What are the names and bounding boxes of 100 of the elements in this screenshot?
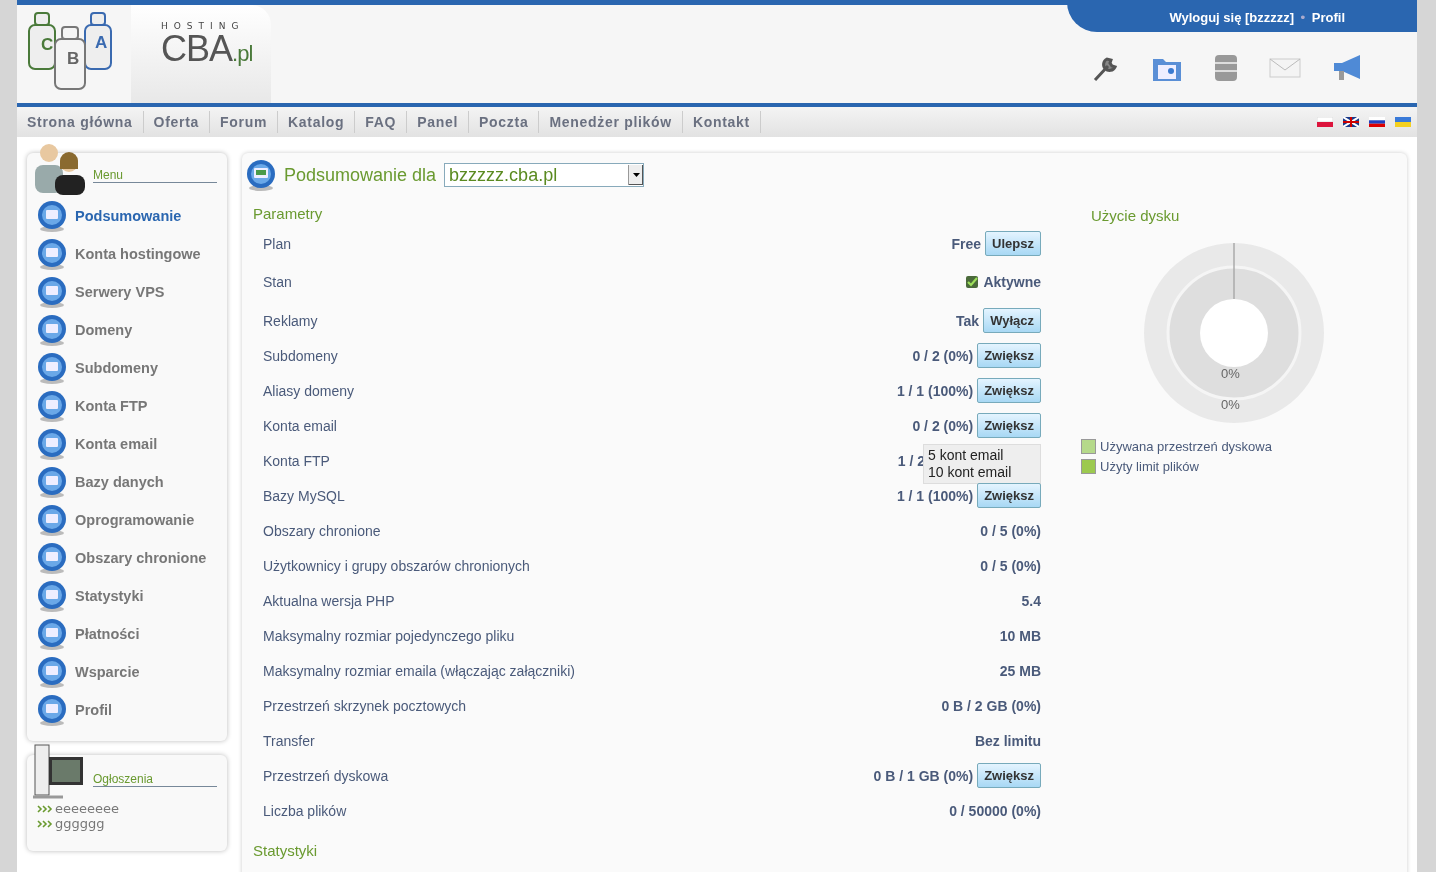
parameter-label: Przestrzeń dyskowa <box>263 767 389 784</box>
parameter-label: Konta FTP <box>263 452 330 469</box>
flag-icon[interactable] <box>1369 117 1385 127</box>
popup-option[interactable]: 10 kont email <box>928 464 1040 481</box>
menu-item[interactable]: Konta email <box>37 425 227 463</box>
menu-item-icon <box>37 390 67 422</box>
menu-item-icon <box>37 542 67 574</box>
parameter-label: Aktualna wersja PHP <box>263 592 395 609</box>
profile-link[interactable]: Profil <box>1311 9 1345 25</box>
section-heading: Statystyki <box>253 842 319 859</box>
menu-item[interactable]: Domeny <box>37 311 227 349</box>
menu-item-icon <box>37 504 67 536</box>
domain-select[interactable]: bzzzzz.cba.pl <box>444 163 645 187</box>
parameter-value: 25 MB <box>999 662 1041 679</box>
outer-ring-label: 0% <box>1221 397 1240 412</box>
parameter-label: Maksymalny rozmiar emaila (włączając załączniki) <box>263 662 575 679</box>
logo-letter: B <box>67 49 80 69</box>
menu-item-icon <box>37 466 67 498</box>
parameter-value: 0 / 5 (0%) <box>980 557 1041 574</box>
nav-link[interactable]: Katalog <box>278 111 356 133</box>
menu-item-icon <box>37 276 67 308</box>
parameter-value: 0 B / 1 GB (0%) <box>873 767 974 784</box>
menu-item-icon <box>37 618 67 650</box>
parameter-value: 0 / 2 (0%) <box>912 417 974 434</box>
menu-item-icon <box>37 656 67 688</box>
menu-title: Menu <box>93 168 217 183</box>
parameter-value: 0 / 5 (0%) <box>980 522 1041 539</box>
menu-item[interactable]: Subdomeny <box>37 349 227 387</box>
disk-usage-title: Użycie dysku <box>1091 207 1181 224</box>
nav-link[interactable]: Panel <box>407 111 470 133</box>
announcement-link[interactable]: eeeeeeee <box>55 801 119 816</box>
menu-item[interactable]: Obszary chronione <box>37 539 227 577</box>
parameter-label: Subdomeny <box>263 347 338 364</box>
menu-item[interactable]: Oprogramowanie <box>37 501 227 539</box>
menu-item[interactable]: Podsumowanie <box>37 197 227 235</box>
menu-item[interactable]: Serwery VPS <box>37 273 227 311</box>
logout-link[interactable]: Wyloguj się [bzzzzz] <box>1169 9 1295 25</box>
parameter-label: Aliasy domeny <box>263 382 355 399</box>
action-button[interactable]: Ulepsz <box>985 231 1041 256</box>
nav-link[interactable]: Poczta <box>469 111 540 133</box>
menu-item-icon <box>37 200 67 232</box>
parameter-value: Bez limitu <box>974 732 1041 749</box>
parameter-label: Transfer <box>263 732 315 749</box>
action-button[interactable]: Zwiększ <box>977 378 1041 403</box>
parameter-label: Liczba plików <box>263 802 347 819</box>
legend-label: Używana przestrzeń dyskowa <box>1100 438 1272 454</box>
action-button[interactable]: Zwiększ <box>977 413 1041 438</box>
page-title: Podsumowanie dla <box>284 164 437 186</box>
parameter-label: Konta email <box>263 417 337 434</box>
logo-title: CBA.pl <box>161 31 254 67</box>
menu-item[interactable]: Płatności <box>37 615 227 653</box>
inner-ring-label: 0% <box>1221 366 1240 381</box>
legend-label: Użyty limit plików <box>1100 458 1199 474</box>
parameter-label: Stan <box>263 274 292 290</box>
parameter-label: Plan <box>263 235 292 252</box>
section-heading: Parametry <box>253 205 324 222</box>
action-button[interactable]: Zwiększ <box>977 343 1041 368</box>
menu-item[interactable]: Wsparcie <box>37 653 227 691</box>
parameter-label: Maksymalny rozmiar pojedynczego pliku <box>263 627 515 644</box>
logo-letter: C <box>41 35 54 55</box>
nav-link[interactable]: Forum <box>210 111 279 133</box>
menu-item-icon <box>37 428 67 460</box>
parameter-label: Użytkownicy i grupy obszarów chronionych <box>263 557 530 574</box>
parameter-value: 0 / 2 (0%) <box>912 347 974 364</box>
menu-item[interactable]: Konta hostingowe <box>37 235 227 273</box>
parameter-value: 5.4 <box>1021 592 1041 609</box>
action-button[interactable]: Zwiększ <box>977 763 1041 788</box>
monitor-icon <box>246 159 276 191</box>
announcements-title: Ogłoszenia <box>93 772 217 787</box>
parameter-value: 1 / 1 (100%) <box>896 487 974 504</box>
parameter-value: 0 / 50000 (0%) <box>949 802 1041 819</box>
nav-link[interactable]: FAQ <box>355 111 408 133</box>
nav-link[interactable]: Strona główna <box>17 111 144 133</box>
action-button[interactable]: Zwiększ <box>977 483 1041 508</box>
parameter-label: Obszary chronione <box>263 522 381 539</box>
parameter-value: 0 B / 2 GB (0%) <box>941 697 1041 714</box>
popup-option[interactable]: 5 kont email <box>928 447 1040 464</box>
action-button[interactable]: Wyłącz <box>983 308 1041 333</box>
chevrons-icon <box>37 804 53 813</box>
caret-icon <box>632 173 640 177</box>
announcement-link[interactable]: gggggg <box>55 816 105 831</box>
menu-item[interactable]: Bazy danych <box>37 463 227 501</box>
parameter-label: Bazy MySQL <box>263 487 345 504</box>
menu-item[interactable]: Profil <box>37 691 227 729</box>
chevrons-icon <box>37 819 53 828</box>
nav-link[interactable]: Menedżer plików <box>539 111 683 133</box>
menu-item[interactable]: Konta FTP <box>37 387 227 425</box>
parameter-value: 10 MB <box>999 627 1041 644</box>
menu-item-icon <box>37 694 67 726</box>
logo-letter: A <box>95 33 108 53</box>
parameter-value: Free <box>951 235 982 252</box>
database-icon[interactable] <box>1213 52 1239 84</box>
parameter-label: Reklamy <box>263 312 318 329</box>
flag-icon[interactable] <box>1343 117 1359 127</box>
nav-link[interactable]: Kontakt <box>682 111 761 133</box>
nav-link[interactable]: Oferta <box>143 111 210 133</box>
flag-icon[interactable] <box>1317 117 1333 127</box>
separator-dot: • <box>1299 9 1307 25</box>
menu-item[interactable]: Statystyki <box>37 577 227 615</box>
parameter-value: Tak <box>956 312 980 329</box>
